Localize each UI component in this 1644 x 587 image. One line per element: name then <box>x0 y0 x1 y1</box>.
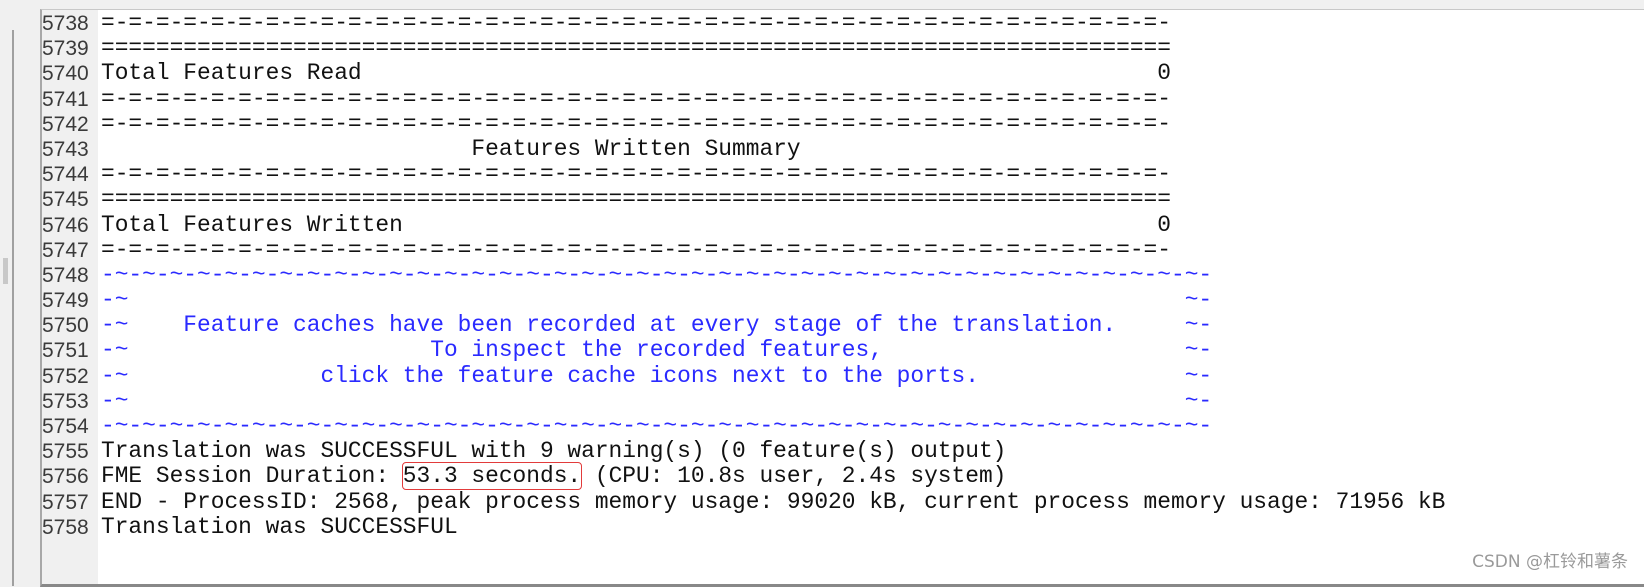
log-line: 5749 -~ ~- <box>42 287 1445 314</box>
log-line: 5738 =-=-=-=-=-=-=-=-=-=-=-=-=-=-=-=-=-=-… <box>42 10 1445 36</box>
line-number: 5749 <box>42 289 89 313</box>
line-text: -~-~-~-~-~-~-~-~-~-~-~-~-~-~-~-~-~-~-~-~… <box>101 413 1213 439</box>
line-number: 5752 <box>42 364 89 388</box>
line-number: 5738 <box>42 12 89 35</box>
splitter-handle[interactable] <box>3 258 8 284</box>
line-text: -~ Feature caches have been recorded at … <box>101 313 1212 338</box>
line-number: 5745 <box>42 188 89 212</box>
message-text: Feature caches have been recorded at eve… <box>128 312 1117 339</box>
line-text: FME Session Duration: 53.3 seconds. (CPU… <box>101 462 1007 491</box>
line-number: 5742 <box>42 112 89 136</box>
line-text: =-=-=-=-=-=-=-=-=-=-=-=-=-=-=-=-=-=-=-=-… <box>101 110 1171 137</box>
total-label: Total Features Read <box>101 60 362 87</box>
line-number: 5741 <box>42 87 89 111</box>
log-line: 5754 -~-~-~-~-~-~-~-~-~-~-~-~-~-~-~-~-~-~… <box>42 413 1445 439</box>
total-value: 0 <box>1157 211 1171 238</box>
log-line: 5755 Translation was SUCCESSFUL with 9 wa… <box>42 438 1445 465</box>
line-text: Features Written Summary <box>101 135 801 162</box>
line-number: 5744 <box>42 163 89 187</box>
log-line: 5753 -~ ~- <box>42 387 1445 414</box>
line-number: 5754 <box>42 415 89 438</box>
line-number: 5743 <box>42 137 89 161</box>
border-right: ~- <box>1184 312 1213 339</box>
line-number: 5739 <box>42 37 89 61</box>
total-value: 0 <box>1157 60 1171 87</box>
log-line: 5752 -~ click the feature cache icons nex… <box>42 362 1445 389</box>
log-line: 5747 =-=-=-=-=-=-=-=-=-=-=-=-=-=-=-=-=-=-… <box>42 236 1445 263</box>
log-line: 5748 -~-~-~-~-~-~-~-~-~-~-~-~-~-~-~-~-~-~… <box>42 261 1445 288</box>
border-left: -~ <box>101 362 129 389</box>
line-text: -~ click the feature cache icons next to… <box>101 362 1213 389</box>
line-text: -~ To inspect the recorded features, ~- <box>101 338 1212 363</box>
line-number: 5758 <box>42 515 89 539</box>
line-number: 5757 <box>42 490 89 514</box>
border-left: -~ <box>101 387 129 414</box>
log-line: 5741 =-=-=-=-=-=-=-=-=-=-=-=-=-=-=-=-=-=-… <box>42 85 1445 112</box>
line-text: =-=-=-=-=-=-=-=-=-=-=-=-=-=-=-=-=-=-=-=-… <box>101 236 1171 263</box>
border-right: ~- <box>1184 337 1213 364</box>
line-text: Total Features Read 0 <box>101 61 1171 86</box>
line-text: END - ProcessID: 2568, peak process memo… <box>101 488 1446 515</box>
duration-highlight: 53.3 seconds. <box>401 462 583 491</box>
log-line: 5750 -~ Feature caches have been recorded… <box>42 313 1445 338</box>
line-text: =-=-=-=-=-=-=-=-=-=-=-=-=-=-=-=-=-=-=-=-… <box>101 161 1171 188</box>
line-number: 5755 <box>42 440 89 464</box>
border-left: -~ <box>101 337 129 364</box>
log-line: 5743 Features Written Summary <box>42 135 1445 162</box>
log-line: 5746 Total Features Written 0 <box>42 211 1445 238</box>
log-line: 5756 FME Session Duration: 53.3 seconds. … <box>42 462 1445 491</box>
duration-label: FME Session Duration: <box>101 463 403 490</box>
line-text: Translation was SUCCESSFUL <box>101 513 458 540</box>
line-number: 5751 <box>42 339 89 363</box>
log-line: 5740 Total Features Read 0 <box>42 61 1445 86</box>
line-text: =-=-=-=-=-=-=-=-=-=-=-=-=-=-=-=-=-=-=-=-… <box>101 10 1171 36</box>
log-line: 5745 ====================================… <box>42 187 1445 212</box>
log-line: 5739 ====================================… <box>42 35 1445 62</box>
border-right: ~- <box>1184 387 1213 414</box>
border-right: ~- <box>1184 362 1213 389</box>
border-left: -~ <box>101 312 129 339</box>
line-text: -~-~-~-~-~-~-~-~-~-~-~-~-~-~-~-~-~-~-~-~… <box>101 261 1213 288</box>
line-number: 5756 <box>42 465 89 489</box>
border-right: ~- <box>1184 287 1213 314</box>
line-number: 5740 <box>42 62 89 86</box>
log-viewer[interactable]: 5738 =-=-=-=-=-=-=-=-=-=-=-=-=-=-=-=-=-=-… <box>40 9 1644 587</box>
line-number: 5748 <box>42 263 89 287</box>
cpu-info: (CPU: 10.8s user, 2.4s system) <box>581 463 1007 490</box>
log-line: 5751 -~ To inspect the recorded features,… <box>42 338 1445 363</box>
watermark: CSDN @杠铃和薯条 <box>1472 552 1628 572</box>
panel-divider <box>12 30 14 586</box>
log-line: 5742 =-=-=-=-=-=-=-=-=-=-=-=-=-=-=-=-=-=-… <box>42 110 1445 137</box>
line-text: ========================================… <box>101 35 1171 62</box>
line-text: =-=-=-=-=-=-=-=-=-=-=-=-=-=-=-=-=-=-=-=-… <box>101 85 1171 112</box>
total-label: Total Features Written <box>101 211 403 238</box>
line-text: Total Features Written 0 <box>101 211 1171 238</box>
log-line: 5757 END - ProcessID: 2568, peak process … <box>42 488 1446 515</box>
line-text: Translation was SUCCESSFUL with 9 warnin… <box>101 438 1007 465</box>
line-number: 5750 <box>42 314 89 338</box>
message-text: click the feature cache icons next to th… <box>128 362 979 389</box>
line-number: 5753 <box>42 389 89 413</box>
border-left: -~ <box>101 287 129 314</box>
line-text: ========================================… <box>101 186 1171 213</box>
line-text: -~ ~- <box>101 387 1213 414</box>
log-line: 5744 =-=-=-=-=-=-=-=-=-=-=-=-=-=-=-=-=-=-… <box>42 161 1445 188</box>
line-text: -~ ~- <box>101 287 1213 314</box>
message-text: To inspect the recorded features, <box>128 337 883 364</box>
log-lines: 5738 =-=-=-=-=-=-=-=-=-=-=-=-=-=-=-=-=-=-… <box>42 10 1446 540</box>
line-number: 5746 <box>42 213 89 237</box>
log-line: 5758 Translation was SUCCESSFUL <box>42 513 1445 540</box>
line-number: 5747 <box>42 238 89 262</box>
